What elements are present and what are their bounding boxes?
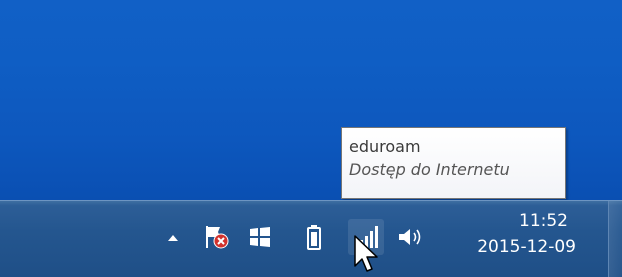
battery-icon [307,225,321,250]
show-desktop-button[interactable] [608,201,622,277]
chevron-up-icon [168,235,178,241]
taskbar: 11:52 2015-12-09 [0,200,622,277]
battery-button[interactable] [306,223,322,251]
volume-button[interactable] [396,226,426,248]
network-tooltip: eduroam Dostęp do Internetu [341,127,566,199]
clock-time: 11:52 [519,211,568,231]
clock-date: 2015-12-09 [477,237,576,257]
mouse-cursor-icon [354,235,378,272]
network-status: Dostęp do Internetu [349,160,510,179]
windows-logo-icon [250,227,270,247]
action-center-flag-icon [206,226,229,249]
volume-icon [399,229,421,245]
show-hidden-icons-button[interactable] [164,229,182,247]
action-center-button[interactable] [203,223,231,251]
windows-update-button[interactable] [248,225,272,249]
clock-button[interactable]: 11:52 2015-12-09 [438,209,598,271]
network-name: eduroam [349,137,421,156]
